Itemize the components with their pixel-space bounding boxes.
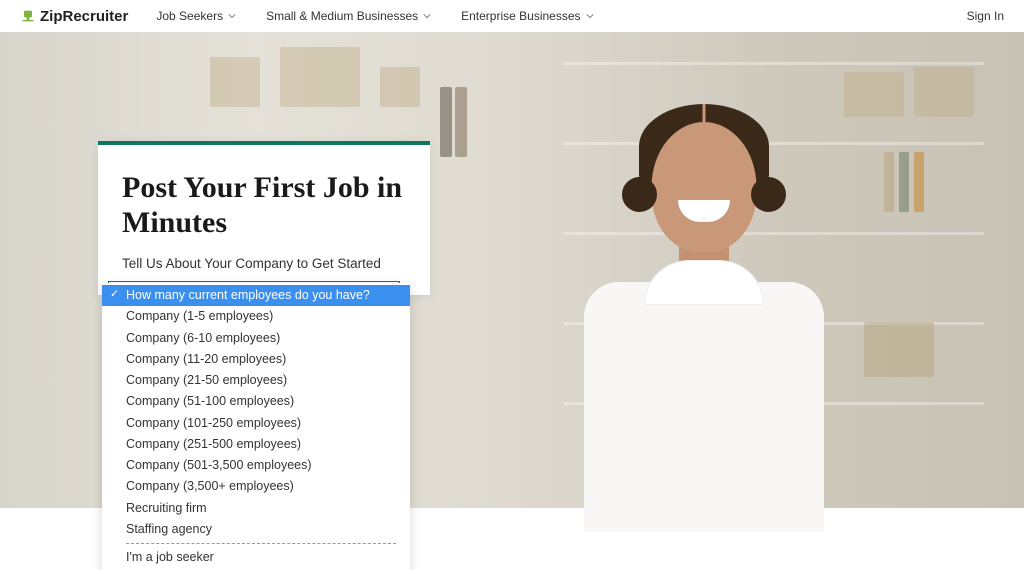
hero-person-image [564,82,844,508]
dropdown-option[interactable]: Company (1-5 employees) [102,306,410,327]
hero-section: Post Your First Job in Minutes Tell Us A… [0,32,1024,508]
sign-in-link[interactable]: Sign In [967,9,1004,23]
dropdown-option[interactable]: Staffing agency [102,519,410,540]
logo-icon [20,8,36,24]
header: ZipRecruiter Job Seekers Small & Medium … [0,0,1024,32]
chevron-down-icon [586,12,594,20]
nav-label: Small & Medium Businesses [266,9,418,23]
dropdown-option-jobseeker[interactable]: I'm a job seeker [102,547,410,568]
card-subheading: Tell Us About Your Company to Get Starte… [122,256,406,271]
dropdown-divider [126,543,396,544]
logo-text: ZipRecruiter [40,8,128,25]
logo[interactable]: ZipRecruiter [20,8,128,25]
nav-job-seekers[interactable]: Job Seekers [156,9,236,23]
signup-card: Post Your First Job in Minutes Tell Us A… [98,141,430,295]
dropdown-option[interactable]: Company (251-500 employees) [102,434,410,455]
nav: Job Seekers Small & Medium Businesses En… [156,9,966,23]
company-size-dropdown: How many current employees do you have? … [102,283,410,570]
card-heading: Post Your First Job in Minutes [122,171,406,240]
nav-enterprise[interactable]: Enterprise Businesses [461,9,593,23]
dropdown-option[interactable]: Company (21-50 employees) [102,370,410,391]
nav-label: Job Seekers [156,9,223,23]
dropdown-option[interactable]: Company (501-3,500 employees) [102,455,410,476]
dropdown-option[interactable]: Company (3,500+ employees) [102,476,410,497]
chevron-down-icon [228,12,236,20]
nav-label: Enterprise Businesses [461,9,580,23]
chevron-down-icon [423,12,431,20]
dropdown-option[interactable]: Company (11-20 employees) [102,349,410,370]
dropdown-option-selected[interactable]: How many current employees do you have? [102,285,410,306]
dropdown-option[interactable]: Recruiting firm [102,498,410,519]
dropdown-option[interactable]: Company (51-100 employees) [102,391,410,412]
nav-smb[interactable]: Small & Medium Businesses [266,9,431,23]
dropdown-option[interactable]: Company (101-250 employees) [102,413,410,434]
dropdown-option[interactable]: Company (6-10 employees) [102,328,410,349]
